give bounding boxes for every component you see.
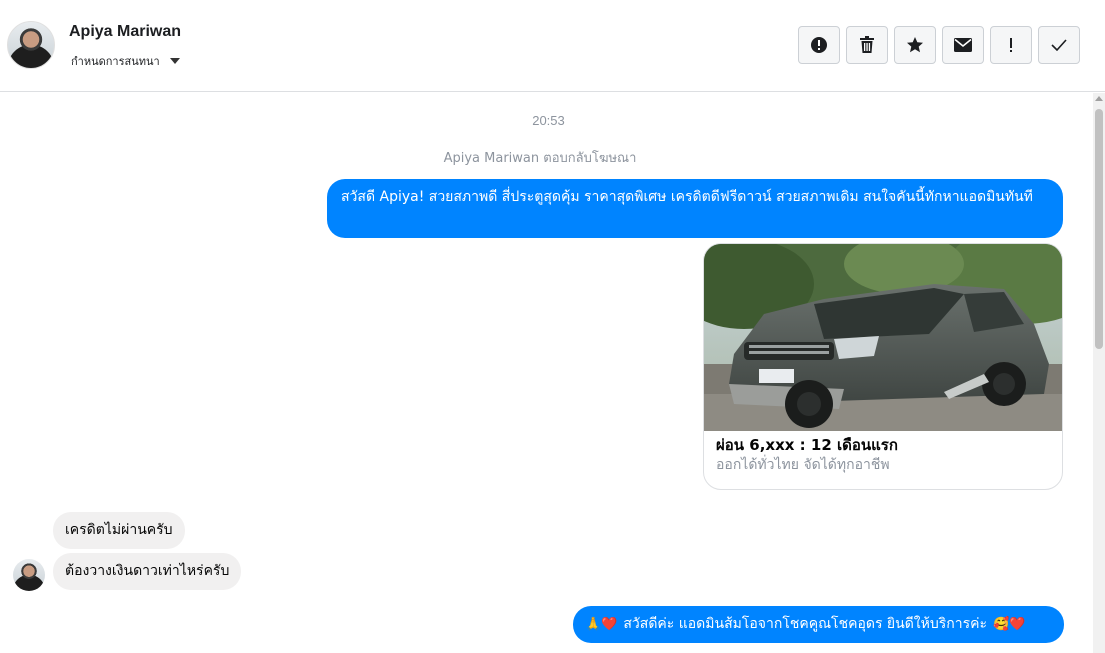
- outgoing-message: สวัสดี Apiya! สวยสภาพดี สี่ประตูสุดคุ้ม …: [327, 179, 1063, 238]
- exclamation-icon: [1010, 38, 1012, 52]
- scrollbar-thumb[interactable]: [1095, 109, 1103, 349]
- outgoing-reply-message: 🙏❤️ สวัสดีค่ะ แอดมินส้มโอจากโชคคูณโชคอุด…: [573, 606, 1064, 643]
- conversation-settings-label: กำหนดการสนทนา: [71, 55, 160, 68]
- contact-avatar-small: [13, 559, 45, 591]
- contact-avatar[interactable]: [7, 21, 55, 69]
- star-icon: [907, 37, 923, 53]
- check-icon: [1051, 39, 1067, 51]
- trash-icon: [860, 36, 874, 53]
- ad-subtitle: ออกได้ทั่วไทย จัดได้ทุกอาชีพ: [716, 457, 890, 473]
- ad-card[interactable]: ผ่อน 6,xxx : 12 เดือนแรก ออกได้ทั่วไทย จ…: [703, 243, 1063, 490]
- conversation-settings-dropdown[interactable]: กำหนดการสนทนา: [71, 52, 180, 70]
- mark-unread-button[interactable]: [942, 26, 984, 64]
- message-timestamp: 20:53: [532, 113, 565, 128]
- conversation-header: Apiya Mariwan กำหนดการสนทนา: [0, 0, 1105, 92]
- conversation-toolbar: [798, 26, 1080, 64]
- ad-reply-note: Apiya Mariwan ตอบกลับโฆษณา: [443, 151, 637, 166]
- contact-name[interactable]: Apiya Mariwan: [69, 23, 181, 41]
- incoming-message: เครดิตไม่ผ่านครับ: [53, 512, 185, 549]
- star-button[interactable]: [894, 26, 936, 64]
- reply-text: สวัสดีค่ะ แอดมินส้มโอจากโชคคูณโชคอุดร ยิ…: [623, 616, 987, 632]
- prayer-heart-emoji: 🙏❤️: [585, 617, 618, 632]
- mark-done-button[interactable]: [1038, 26, 1080, 64]
- incoming-message: ต้องวางเงินดาวเท่าไหร่ครับ: [53, 553, 242, 590]
- vertical-scrollbar[interactable]: [1093, 93, 1105, 653]
- scroll-up-arrow-icon[interactable]: [1095, 96, 1103, 101]
- caret-down-icon: [169, 58, 180, 64]
- message-thread: 20:53 Apiya Mariwan ตอบกลับโฆษณา สวัสดี …: [0, 93, 1093, 653]
- smiling-hearts-emoji: 🥰❤️: [993, 617, 1026, 632]
- ad-image-pickup-truck: [704, 244, 1062, 431]
- delete-button[interactable]: [846, 26, 888, 64]
- alert-circle-icon: [811, 37, 827, 53]
- envelope-icon: [954, 38, 972, 52]
- follow-up-button[interactable]: [990, 26, 1032, 64]
- mark-spam-button[interactable]: [798, 26, 840, 64]
